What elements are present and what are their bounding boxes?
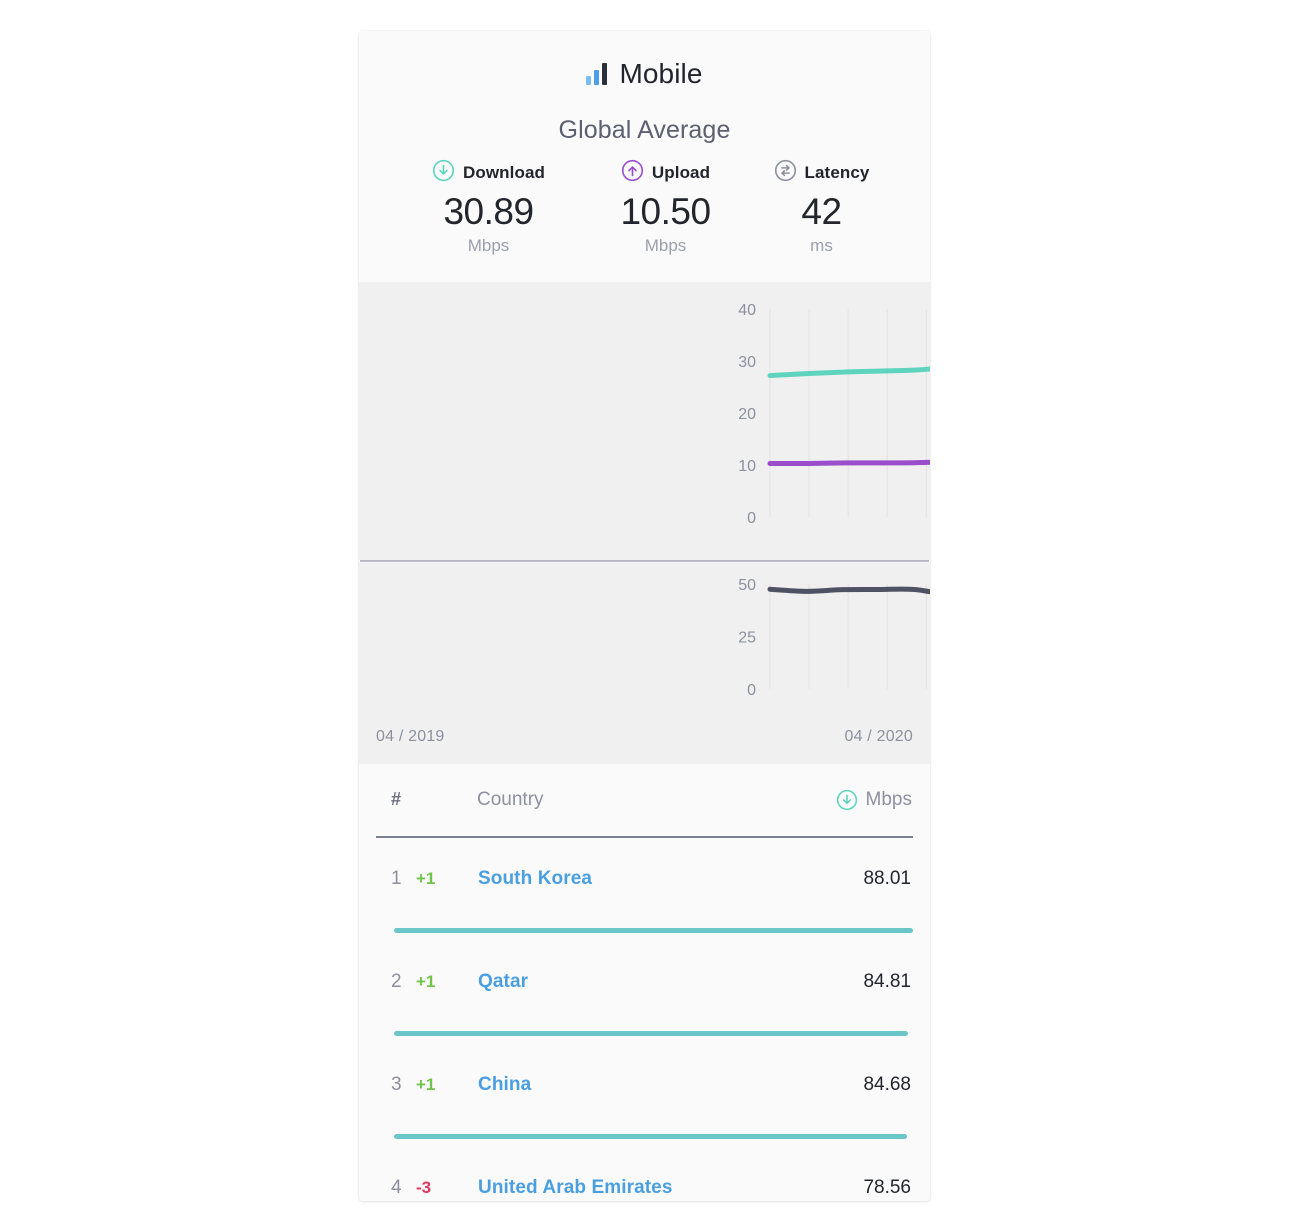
metric-download-value: 30.89 [443, 191, 534, 232]
axis-date-range: 04 / 2019 04 / 2020 [359, 721, 930, 764]
row-rank-change: -3 [416, 1178, 432, 1198]
row-bar [394, 1134, 907, 1140]
column-header-rank: # [391, 789, 402, 810]
metric-download: Download 30.89 Mbps [398, 159, 580, 256]
row-rank-change: +1 [416, 1075, 436, 1095]
metric-upload: Upload 10.50 Mbps [580, 159, 752, 256]
axis-end-date: 04 / 2020 [844, 727, 913, 745]
y-axis-tick: 25 [738, 629, 756, 646]
row-country-link[interactable]: United Arab Emirates [478, 1177, 863, 1199]
metric-upload-unit: Mbps [644, 235, 687, 255]
row-bar [394, 928, 913, 934]
y-axis-tick: 40 [738, 302, 756, 319]
bar-chart-icon [586, 63, 608, 85]
axis-start-date: 04 / 2019 [376, 727, 445, 745]
metric-latency-label: Latency [804, 163, 870, 182]
row-speed-value: 84.68 [863, 1074, 911, 1096]
y-axis-tick: 0 [747, 510, 756, 527]
row-country-link[interactable]: Qatar [478, 971, 863, 993]
row-speed-value: 78.56 [863, 1177, 911, 1199]
y-axis-tick: 30 [738, 354, 756, 371]
app-root: Mobile Global Average Download 30.89 Mbp… [0, 0, 1294, 1232]
latency-chart: 50 25 0 [359, 561, 930, 722]
ranking-table: # Country Mbps 1 +1 South Korea 88.01 2 +1 Qat… [359, 763, 930, 1201]
metric-upload-head: Upload [580, 159, 752, 187]
table-row[interactable]: 1 +1 South Korea 88.01 [376, 838, 913, 921]
y-axis-tick: 0 [747, 682, 756, 699]
row-rank: 2 [391, 971, 402, 993]
table-row[interactable]: 3 +1 China 84.68 [376, 1044, 913, 1127]
row-speed-value: 88.01 [863, 868, 911, 890]
brand: Mobile [359, 58, 930, 90]
table-row[interactable]: 2 +1 Qatar 84.81 [376, 941, 913, 1024]
download-circle-icon [836, 789, 858, 811]
column-header-unit-label: Mbps [865, 788, 912, 810]
row-bar [394, 1031, 908, 1037]
row-country-link[interactable]: South Korea [478, 868, 863, 890]
metric-download-head: Download [398, 159, 580, 187]
metric-download-unit: Mbps [467, 235, 510, 255]
row-rank: 3 [391, 1074, 402, 1096]
upload-circle-icon [621, 159, 644, 187]
metric-latency: Latency 42 ms [752, 159, 892, 256]
row-bar-track [376, 1024, 913, 1044]
y-axis-tick: 50 [738, 577, 756, 594]
card-header: Mobile Global Average Download 30.89 Mbp… [359, 31, 930, 282]
column-header-country: Country [477, 788, 544, 810]
metric-latency-value: 42 [801, 191, 842, 232]
latency-circle-icon [774, 159, 797, 187]
speed-chart-svg: 40 30 20 10 0 [738, 302, 930, 527]
page-title: Global Average [558, 116, 731, 144]
metric-latency-unit: ms [810, 235, 833, 255]
metric-download-label: Download [462, 163, 545, 182]
metric-latency-head: Latency [752, 159, 892, 187]
row-country-link[interactable]: China [478, 1074, 863, 1096]
row-rank-change: +1 [416, 972, 436, 992]
speedtest-card: Mobile Global Average Download 30.89 Mbp… [359, 31, 930, 1201]
series-line-latency [767, 586, 930, 595]
row-rank: 1 [391, 868, 402, 890]
row-bar-track [376, 1127, 913, 1147]
row-rank-change: +1 [416, 869, 436, 889]
row-rank: 4 [391, 1177, 402, 1199]
row-bar-track [376, 921, 913, 941]
y-axis-tick: 20 [738, 406, 756, 423]
table-header-row: # Country Mbps [376, 764, 913, 836]
series-line-upload [767, 459, 930, 466]
y-axis-tick: 10 [738, 458, 756, 475]
download-circle-icon [432, 159, 455, 187]
brand-title: Mobile [619, 58, 703, 89]
row-speed-value: 84.81 [863, 971, 911, 993]
series-line-download [767, 366, 930, 378]
speed-chart: 40 30 20 10 0 [359, 281, 930, 560]
metric-upload-value: 10.50 [620, 191, 711, 232]
metrics-row: Download 30.89 Mbps Upload 10.50 Mbps La… [359, 159, 930, 256]
table-row[interactable]: 4 -3 United Arab Emirates 78.56 [376, 1147, 913, 1201]
metric-upload-label: Upload [651, 163, 711, 182]
column-header-speed: Mbps [836, 789, 913, 811]
latency-chart-svg: 50 25 0 [738, 577, 930, 699]
table-body: 1 +1 South Korea 88.01 2 +1 Qatar 84.81 3 +1 China… [376, 838, 913, 1201]
